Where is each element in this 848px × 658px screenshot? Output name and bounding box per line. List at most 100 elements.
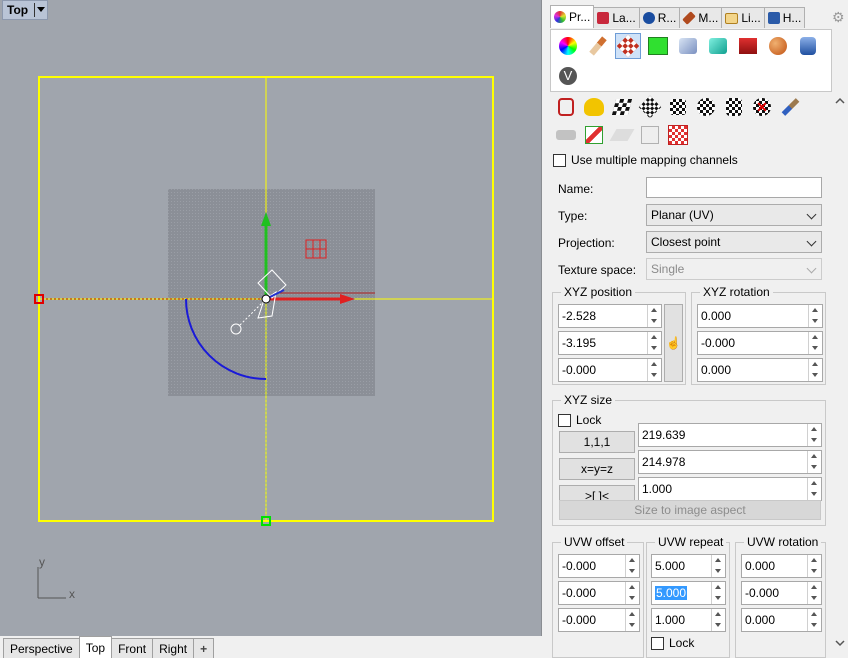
tab-front[interactable]: Front [111,638,154,658]
duck-icon[interactable] [582,95,606,119]
spinner-arrows-icon[interactable] [711,555,725,577]
spinner-arrows-icon[interactable] [807,424,821,446]
name-field[interactable] [646,177,822,198]
repeat-lock-box[interactable] [651,636,664,650]
tab-right[interactable]: Right [152,638,195,658]
offset-w-input[interactable]: -0.000 [558,608,640,632]
repeat-v-input[interactable]: 5.000 [651,581,726,605]
surface-gizmo-icon[interactable] [609,123,635,147]
projection-select[interactable]: Closest point [646,231,822,253]
material-brush-icon[interactable] [585,33,611,59]
spinner-arrows-icon[interactable] [647,359,661,381]
size-111-button[interactable]: 1,1,1 [559,431,635,453]
viewport-title-button[interactable]: Top [2,0,49,20]
scroll-down-icon[interactable] [833,638,847,648]
texture-space-select[interactable]: Single [646,258,822,280]
size-y-input[interactable]: 214.978 [638,450,822,474]
size-lock-box[interactable] [558,413,571,427]
spinner-arrows-icon[interactable] [807,555,821,577]
tab-perspective[interactable]: Perspective [3,638,80,658]
spinner-arrows-icon[interactable] [647,332,661,354]
add-tab-icon: + [200,641,208,656]
repeat-lock-checkbox[interactable]: Lock [651,636,694,650]
uvw-rotation-w-input[interactable]: 0.000 [741,608,822,632]
render-box-icon[interactable] [735,33,761,59]
shape-icon[interactable] [705,33,731,59]
uvw-rotation-u-input[interactable]: 0.000 [741,554,822,578]
tab-materials[interactable]: M... [679,7,723,28]
rotation-x-value: 0.000 [701,309,732,323]
tab-properties[interactable]: Pr... [550,5,595,28]
spinner-arrows-icon[interactable] [647,305,661,327]
match-mapping-icon[interactable] [554,123,578,147]
spinner-arrows-icon[interactable] [711,609,725,631]
spinner-arrows-icon[interactable] [625,582,639,604]
add-viewport-tab-button[interactable]: + [193,638,215,658]
rotation-z-input[interactable]: 0.000 [697,358,823,382]
spinner-arrows-icon[interactable] [807,582,821,604]
tab-render[interactable]: R... [638,7,681,28]
position-x-input[interactable]: -2.528 [558,304,662,328]
spinner-arrows-icon[interactable] [807,609,821,631]
tab-top[interactable]: Top [78,636,113,658]
layer-stack-icon[interactable] [795,33,821,59]
type-select[interactable]: Planar (UV) [646,204,822,226]
uvw-rotation-v-input[interactable]: -0.000 [741,581,822,605]
repeat-v-value: 5.000 [655,586,688,600]
repeat-w-input[interactable]: 1.000 [651,608,726,632]
cylinder-map-icon[interactable] [722,95,746,119]
rotation-y-input[interactable]: -0.000 [697,331,823,355]
size-to-image-aspect-button[interactable]: Size to image aspect [559,500,821,520]
box-gizmo-icon[interactable] [582,123,606,147]
spinner-arrows-icon[interactable] [625,555,639,577]
spinner-arrows-icon[interactable] [808,305,822,327]
top-viewport[interactable]: y x Top [0,0,542,636]
spinner-arrows-icon[interactable] [807,451,821,473]
box-map-icon[interactable] [638,95,662,119]
viewport-menu-arrow-icon[interactable] [34,3,46,17]
spinner-arrows-icon[interactable] [711,582,725,604]
position-y-input[interactable]: -3.195 [558,331,662,355]
repeat-u-value: 5.000 [655,559,686,573]
remove-map-icon[interactable]: ✕ [750,95,774,119]
checker-icon[interactable] [666,123,690,147]
offset-v-input[interactable]: -0.000 [558,581,640,605]
use-multiple-mapping-checkbox[interactable]: Use multiple mapping channels [553,153,738,167]
paintbrush-icon[interactable] [778,95,802,119]
repeat-u-input[interactable]: 5.000 [651,554,726,578]
size-lock-checkbox[interactable]: Lock [558,413,601,427]
spinner-arrows-icon[interactable] [808,332,822,354]
viewport-canvas[interactable]: y x [0,0,541,636]
size-z-input[interactable]: 1.000 [638,477,822,501]
planar-map-icon[interactable] [610,95,634,119]
spinner-arrows-icon[interactable] [808,359,822,381]
scroll-up-icon[interactable] [833,96,847,106]
sphere-map-icon[interactable] [694,95,718,119]
mapping-widget-icon[interactable] [554,95,578,119]
tab-help[interactable]: H... [763,7,806,28]
vray-icon[interactable]: V [555,63,581,89]
uv-edit-icon[interactable] [638,123,662,147]
offset-u-input[interactable]: -0.000 [558,554,640,578]
tab-layers[interactable]: La... [593,7,640,28]
ball-icon[interactable] [765,33,791,59]
gear-icon[interactable]: ⚙ [832,10,846,24]
texture-mapping-icon[interactable] [615,33,641,59]
use-multiple-mapping-box[interactable] [553,153,566,167]
color-wheel-icon[interactable] [555,33,581,59]
decal-icon[interactable] [645,33,671,59]
object-icon[interactable] [675,33,701,59]
rotation-x-input[interactable]: 0.000 [697,304,823,328]
cube-map-icon[interactable] [666,95,690,119]
gizmo-center[interactable] [261,294,271,304]
size-xyz-equal-button[interactable]: x=y=z [559,458,635,480]
pick-position-button[interactable]: ☝ [664,304,683,382]
render-icon [642,12,655,24]
panel-tabs: Pr... La... R... M... Li... H... [550,5,806,29]
size-x-input[interactable]: 219.639 [638,423,822,447]
spinner-arrows-icon[interactable] [625,609,639,631]
spinner-arrows-icon[interactable] [807,478,821,500]
tab-libraries[interactable]: Li... [721,7,765,28]
position-z-input[interactable]: -0.000 [558,358,662,382]
offset-v-value: -0.000 [562,586,597,600]
